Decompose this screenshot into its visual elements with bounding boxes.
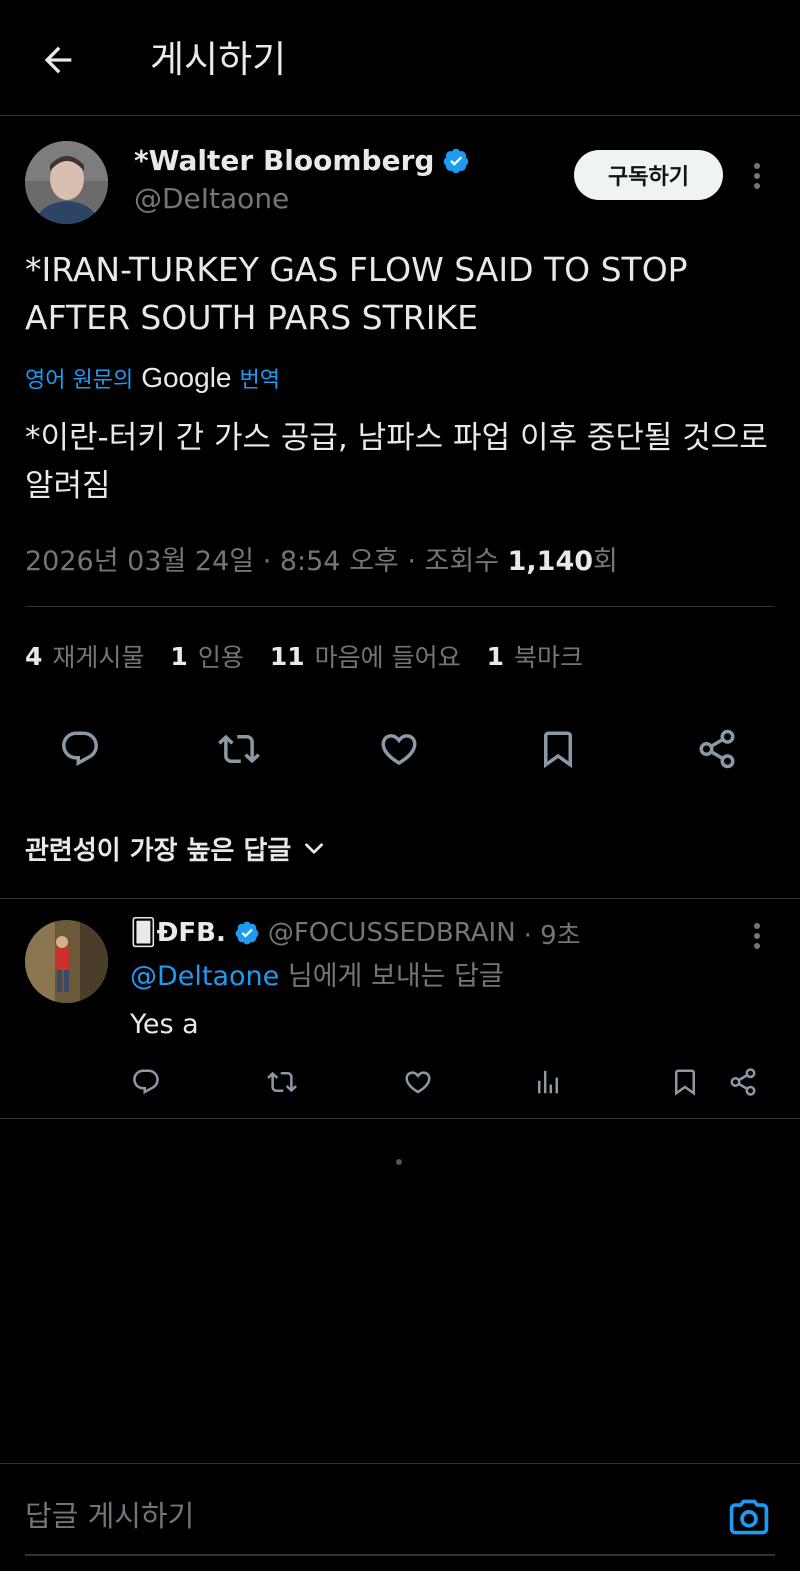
engagement-stats: 4 재게시물 1 인용 11 마음에 들어요 1 북마크 [25,634,609,678]
views-suffix: 회 [593,546,618,577]
reply-text: Yes a [130,1009,199,1040]
repost-icon[interactable] [212,722,266,776]
repost-icon[interactable] [262,1062,302,1102]
views-chart-icon[interactable] [528,1062,568,1102]
reply-header: 🂠ĐFB. @FOCUSSEDBRAIN · 9초 [130,912,581,954]
subscribe-button[interactable]: 구독하기 [574,150,723,200]
stat-label: 재게시물 [52,643,145,672]
reply-action-bar [0,1062,800,1102]
verified-badge-icon [234,920,260,946]
stat-label: 마음에 들어요 [314,643,461,672]
share-icon[interactable] [723,1062,763,1102]
reply-author-name[interactable]: 🂠ĐFB. [130,918,226,948]
reply-compose-input[interactable]: 답글 게시하기 [25,1494,194,1538]
replies-sort-dropdown[interactable]: 관련성이 가장 높은 답글 [25,826,327,870]
author-name-text: *Walter Bloomberg [134,144,435,177]
compose-underline [25,1554,775,1556]
tweet-text: *IRAN-TURKEY GAS FLOW SAID TO STOP AFTER… [25,250,688,337]
translate-prefix: 영어 원문의 [25,368,134,393]
back-arrow-icon[interactable] [36,38,80,82]
stat-label: 북마크 [514,643,584,672]
divider [0,1118,800,1119]
camera-icon[interactable] [723,1491,775,1543]
divider [0,1463,800,1464]
chevron-down-icon [301,835,327,861]
stat-count: 11 [269,641,305,671]
replying-to-suffix: 님에게 보내는 답글 [287,961,504,992]
divider [25,606,775,607]
views-count: 1,140 [507,546,594,577]
translated-text: *이란-터키 간 가스 공급, 남파스 파업 이후 중단될 것으로 알려짐 [25,420,768,504]
stat-count: 4 [25,641,43,671]
stat-label: 인용 [197,643,244,672]
author-name[interactable]: *Walter Bloomberg [134,142,470,180]
verified-badge-icon [442,147,470,175]
translate-suffix: 번역 [239,368,280,393]
stat-bookmarks[interactable]: 1 북마크 [487,638,583,674]
reply-icon[interactable] [53,722,107,776]
reply-more-options-icon[interactable] [744,918,770,954]
like-icon[interactable] [398,1062,438,1102]
author-handle[interactable]: @DeItaone [134,181,289,217]
share-icon[interactable] [690,722,744,776]
replying-to-handle[interactable]: @Deltaone [130,961,279,992]
stat-quotes[interactable]: 1 인용 [170,638,243,674]
tweet-timestamp: 2026년 03월 24일 · 8:54 오후 · 조회수 1,140회 [25,540,618,584]
reply-avatar[interactable] [25,920,108,1003]
author-avatar[interactable] [25,141,108,224]
like-icon[interactable] [372,722,426,776]
page-title: 게시하기 [150,38,287,81]
reply-icon[interactable] [126,1062,166,1102]
top-app-bar: 게시하기 [0,0,800,116]
timestamp-text: 2026년 03월 24일 · 8:54 오후 · 조회수 [25,546,500,577]
replying-to: @Deltaone 님에게 보내는 답글 [130,956,504,998]
stat-count: 1 [486,641,504,671]
translate-link[interactable]: 영어 원문의 Google 번역 [25,358,280,398]
bookmark-icon[interactable] [665,1062,705,1102]
tweet-action-bar [0,722,800,776]
stat-likes[interactable]: 11 마음에 들어요 [270,638,461,674]
stat-count: 1 [170,641,188,671]
divider [0,898,800,899]
google-logo: Google [141,362,232,393]
more-options-icon[interactable] [744,158,770,194]
bookmark-icon[interactable] [531,722,585,776]
replies-sort-label: 관련성이 가장 높은 답글 [25,835,292,866]
stat-reposts[interactable]: 4 재게시물 [25,638,144,674]
loading-indicator [396,1159,402,1165]
reply-author-handle[interactable]: @FOCUSSEDBRAIN [268,918,516,948]
reply-time: · 9초 [523,920,581,951]
